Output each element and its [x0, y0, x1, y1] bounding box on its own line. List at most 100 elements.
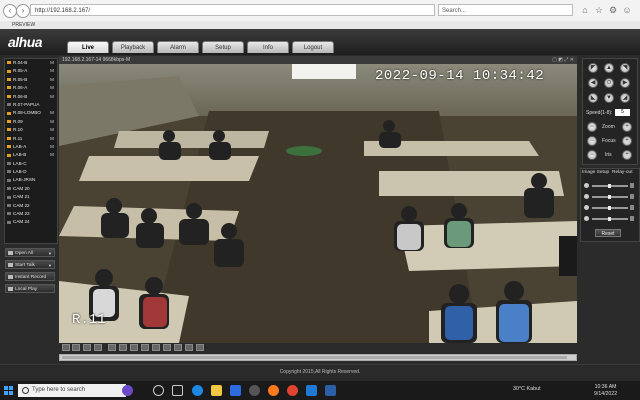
edge-icon[interactable] [192, 385, 203, 396]
forward-icon[interactable]: › [16, 4, 30, 18]
zoom-out-icon[interactable]: − [587, 122, 597, 132]
video-window-controls[interactable]: ▢ ◩ ⤢ ✕ [552, 56, 574, 64]
channel-stream-type[interactable]: M [50, 59, 54, 67]
channel-item[interactable]: R.06-A M [5, 84, 57, 92]
address-bar[interactable]: http://192.168.2.167/ [30, 4, 435, 16]
iris-open-icon[interactable]: + [622, 150, 632, 160]
dropdown-icon[interactable]: ▼ [48, 261, 52, 270]
chrome-icon[interactable] [287, 385, 298, 396]
ptz-down-left-icon[interactable]: ◣ [588, 93, 598, 103]
channel-item[interactable]: R.04-B M [5, 59, 57, 67]
layout-4-icon[interactable] [72, 344, 80, 351]
channel-list[interactable]: R.04-B M R.05-A M R.05-B M R.06-A M R.06-B M R.07-… [4, 58, 58, 244]
channel-item[interactable]: CAM 20 [5, 185, 57, 193]
firefox-icon[interactable] [268, 385, 279, 396]
internet-explorer-icon[interactable] [306, 385, 317, 396]
ptz-up-icon[interactable]: ▲ [604, 63, 614, 73]
slider-knob[interactable] [608, 195, 611, 199]
open-all-button[interactable]: Open All ▼ [5, 248, 55, 257]
task-switch-icon[interactable] [172, 385, 183, 396]
smiley-icon[interactable]: ☺ [622, 5, 632, 15]
iris-close-icon[interactable]: − [587, 150, 597, 160]
channel-item[interactable]: R.08-LOMBO M [5, 109, 57, 117]
weather-widget[interactable]: 30°C Kabut [513, 386, 541, 392]
channel-stream-type[interactable]: M [50, 151, 54, 159]
ptz-down-right-icon[interactable]: ◢ [620, 93, 630, 103]
store-icon[interactable] [230, 385, 241, 396]
channel-item[interactable]: LAB-A M [5, 143, 57, 151]
slider-knob[interactable] [608, 217, 611, 221]
focus-out-icon[interactable]: − [587, 136, 597, 146]
scrollbar-thumb[interactable] [62, 356, 567, 359]
back-icon[interactable]: ‹ [3, 4, 17, 18]
channel-item[interactable]: CAM 22 [5, 202, 57, 210]
contrast-slider[interactable] [584, 194, 634, 200]
brightness-slider[interactable] [584, 183, 634, 189]
stream-icon[interactable] [174, 344, 182, 351]
audio-icon[interactable] [185, 344, 193, 351]
ptz-up-left-icon[interactable]: ◤ [588, 63, 598, 73]
task-view-icon[interactable] [153, 385, 164, 396]
dropdown-icon[interactable]: ▼ [48, 249, 52, 258]
layout-16-icon[interactable] [108, 344, 116, 351]
channel-item[interactable]: R.09 M [5, 118, 57, 126]
ratio-icon[interactable] [163, 344, 171, 351]
news-widget-icon[interactable] [122, 385, 133, 396]
snapshot-icon[interactable] [152, 344, 160, 351]
ptz-center-icon[interactable]: ⊙ [604, 78, 614, 88]
channel-item[interactable]: LAB-B M [5, 151, 57, 159]
taskbar-search-input[interactable]: Type here to search [18, 384, 126, 397]
ptz-up-right-icon[interactable]: ◥ [620, 63, 630, 73]
tab-alarm[interactable]: Alarm [157, 41, 199, 53]
channel-stream-type[interactable]: M [50, 76, 54, 84]
media-icon[interactable] [249, 385, 260, 396]
layout-9-icon[interactable] [94, 344, 102, 351]
channel-item[interactable]: R.11 M [5, 135, 57, 143]
word-icon[interactable] [325, 385, 336, 396]
layout-25-icon[interactable] [119, 344, 127, 351]
favorites-icon[interactable]: ☆ [594, 5, 604, 15]
zoom-in-icon[interactable]: + [622, 122, 632, 132]
clock[interactable]: 10:36 AM 9/14/2022 [594, 384, 617, 397]
hue-slider[interactable] [584, 216, 634, 222]
channel-item[interactable]: R.06-B M [5, 93, 57, 101]
instant-record-button[interactable]: Instant Record [5, 272, 55, 281]
fullscreen-icon[interactable] [83, 344, 91, 351]
local-play-button[interactable]: Local Play [5, 284, 55, 293]
layout-1-icon[interactable] [62, 344, 70, 351]
layout-36-icon[interactable] [130, 344, 138, 351]
tab-live[interactable]: Live [67, 41, 109, 53]
tab-logout[interactable]: Logout [292, 41, 334, 53]
channel-item[interactable]: CAM 24 [5, 218, 57, 226]
channel-stream-type[interactable]: M [50, 84, 54, 92]
file-explorer-icon[interactable] [211, 385, 222, 396]
reset-button[interactable]: Reset [595, 229, 621, 237]
channel-item[interactable]: R.10 M [5, 126, 57, 134]
tab-relay-out[interactable]: Relay-out [612, 170, 633, 175]
video-feed[interactable] [59, 56, 577, 343]
tab-playback[interactable]: Playback [112, 41, 154, 53]
settings-icon[interactable]: ⚙ [608, 5, 618, 15]
home-icon[interactable]: ⌂ [580, 5, 590, 15]
ptz-right-icon[interactable]: ▶ [620, 78, 630, 88]
tab-setup[interactable]: Setup [202, 41, 244, 53]
channel-item[interactable]: LAB-JRSN [5, 176, 57, 184]
channel-item[interactable]: LAB-C [5, 160, 57, 168]
channel-item[interactable]: LAB-D [5, 168, 57, 176]
channel-stream-type[interactable]: M [50, 143, 54, 151]
slider-knob[interactable] [608, 206, 611, 210]
channel-item[interactable]: R.05-B M [5, 76, 57, 84]
channel-stream-type[interactable]: M [50, 135, 54, 143]
slider-knob[interactable] [608, 184, 611, 188]
layout-custom-icon[interactable] [141, 344, 149, 351]
channel-item[interactable]: CAM 21 [5, 193, 57, 201]
channel-stream-type[interactable]: M [50, 109, 54, 117]
tab-preview[interactable]: PREVIEW [2, 21, 35, 29]
channel-stream-type[interactable]: M [50, 93, 54, 101]
zoom-icon[interactable] [196, 344, 204, 351]
channel-item[interactable]: R.05-A M [5, 67, 57, 75]
ptz-down-icon[interactable]: ▼ [604, 93, 614, 103]
windows-start-icon[interactable] [4, 386, 13, 395]
horizontal-scrollbar[interactable] [59, 354, 577, 361]
browser-search-input[interactable]: Search... [438, 4, 573, 16]
